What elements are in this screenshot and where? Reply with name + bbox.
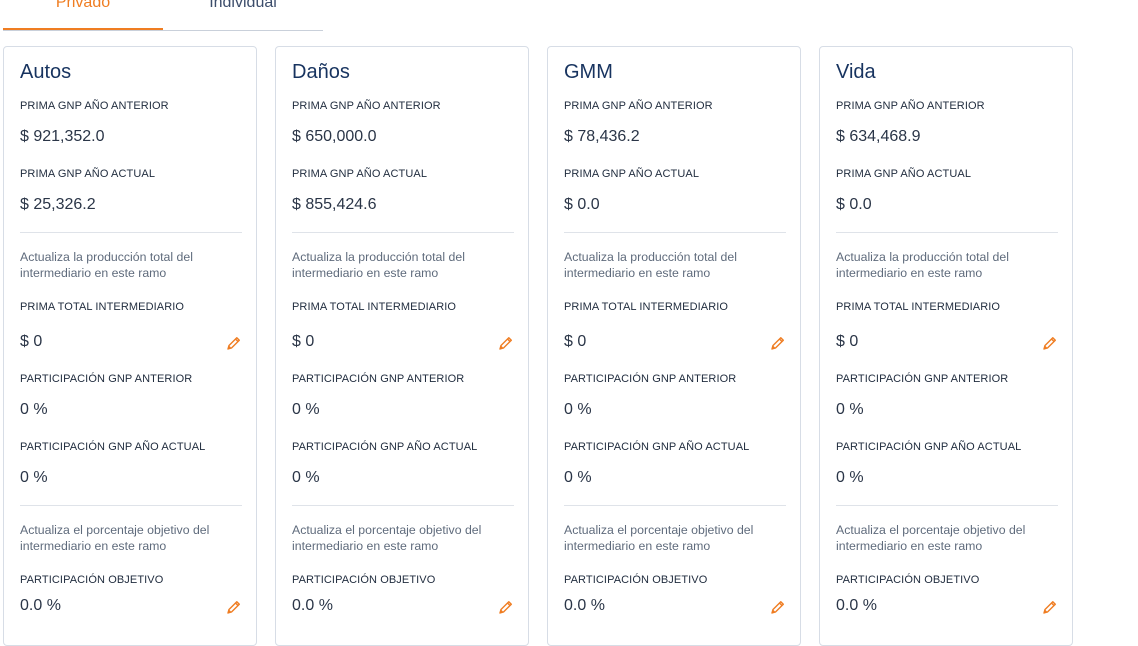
card-title: Autos [20, 61, 72, 83]
prima-anterior-value: $ 634,468.9 [836, 128, 921, 145]
prima-actual-label: PRIMA GNP AÑO ACTUAL [20, 168, 156, 180]
prima-total-value: $ 0 [292, 333, 315, 350]
part-actual-value: 0 % [836, 469, 864, 486]
objetivo-description: Actualiza el porcentaje objetivo del int… [20, 523, 210, 553]
prima-anterior-label: PRIMA GNP AÑO ANTERIOR [292, 100, 441, 112]
part-actual-label: PARTICIPACIÓN GNP AÑO ACTUAL [564, 441, 750, 453]
part-anterior-label: PARTICIPACIÓN GNP ANTERIOR [564, 373, 737, 385]
produccion-description: Actualiza la producción total del interm… [292, 250, 465, 280]
divider [20, 232, 242, 233]
edit-prima-total-pencil-icon[interactable] [498, 335, 514, 351]
edit-part-objetivo-pencil-icon[interactable] [1042, 599, 1058, 615]
ramo-card-vida: Vida PRIMA GNP AÑO ANTERIOR $ 634,468.9 PRI… [819, 46, 1073, 646]
objetivo-description: Actualiza el porcentaje objetivo del int… [836, 523, 1026, 553]
prima-total-label: PRIMA TOTAL INTERMEDIARIO [20, 301, 185, 313]
part-actual-value: 0 % [20, 469, 48, 486]
divider [20, 505, 242, 506]
prima-anterior-label: PRIMA GNP AÑO ANTERIOR [20, 100, 169, 112]
prima-actual-label: PRIMA GNP AÑO ACTUAL [836, 168, 972, 180]
card-title: GMM [564, 61, 613, 83]
ramo-tabs: Privado Individual [3, 0, 323, 31]
part-anterior-value: 0 % [564, 401, 592, 418]
prima-total-label: PRIMA TOTAL INTERMEDIARIO [292, 301, 457, 313]
prima-actual-value: $ 0.0 [836, 196, 872, 213]
part-actual-value: 0 % [292, 469, 320, 486]
objetivo-description: Actualiza el porcentaje objetivo del int… [564, 523, 754, 553]
part-objetivo-label: PARTICIPACIÓN OBJETIVO [836, 574, 980, 586]
prima-actual-label: PRIMA GNP AÑO ACTUAL [564, 168, 700, 180]
edit-part-objetivo-pencil-icon[interactable] [226, 599, 242, 615]
tab-privado[interactable]: Privado [3, 0, 163, 30]
part-objetivo-value: 0.0 % [564, 597, 605, 614]
divider [564, 505, 786, 506]
produccion-description: Actualiza la producción total del interm… [836, 250, 1009, 280]
divider [836, 505, 1058, 506]
produccion-description: Actualiza la producción total del interm… [564, 250, 737, 280]
ramo-card-danos: Daños PRIMA GNP AÑO ANTERIOR $ 650,000.0 PR… [275, 46, 529, 646]
part-objetivo-label: PARTICIPACIÓN OBJETIVO [20, 574, 164, 586]
card-title: Daños [292, 61, 350, 83]
prima-anterior-value: $ 650,000.0 [292, 128, 377, 145]
part-anterior-value: 0 % [20, 401, 48, 418]
edit-prima-total-pencil-icon[interactable] [1042, 335, 1058, 351]
edit-part-objetivo-pencil-icon[interactable] [770, 599, 786, 615]
card-title: Vida [836, 61, 876, 83]
part-objetivo-label: PARTICIPACIÓN OBJETIVO [292, 574, 436, 586]
ramo-card-autos: Autos PRIMA GNP AÑO ANTERIOR $ 921,352.0 PR… [3, 46, 257, 646]
prima-actual-value: $ 25,326.2 [20, 196, 96, 213]
prima-actual-value: $ 855,424.6 [292, 196, 377, 213]
part-anterior-label: PARTICIPACIÓN GNP ANTERIOR [20, 373, 193, 385]
edit-prima-total-pencil-icon[interactable] [770, 335, 786, 351]
part-actual-value: 0 % [564, 469, 592, 486]
tab-individual[interactable]: Individual [163, 0, 323, 30]
edit-prima-total-pencil-icon[interactable] [226, 335, 242, 351]
prima-actual-value: $ 0.0 [564, 196, 600, 213]
part-objetivo-value: 0.0 % [836, 597, 877, 614]
prima-anterior-label: PRIMA GNP AÑO ANTERIOR [564, 100, 713, 112]
prima-anterior-value: $ 921,352.0 [20, 128, 105, 145]
prima-total-label: PRIMA TOTAL INTERMEDIARIO [564, 301, 729, 313]
part-actual-label: PARTICIPACIÓN GNP AÑO ACTUAL [20, 441, 206, 453]
part-anterior-value: 0 % [292, 401, 320, 418]
prima-total-value: $ 0 [20, 333, 43, 350]
divider [564, 232, 786, 233]
part-objetivo-value: 0.0 % [292, 597, 333, 614]
part-anterior-label: PARTICIPACIÓN GNP ANTERIOR [292, 373, 465, 385]
prima-actual-label: PRIMA GNP AÑO ACTUAL [292, 168, 428, 180]
part-actual-label: PARTICIPACIÓN GNP AÑO ACTUAL [836, 441, 1022, 453]
part-actual-label: PARTICIPACIÓN GNP AÑO ACTUAL [292, 441, 478, 453]
part-objetivo-value: 0.0 % [20, 597, 61, 614]
part-anterior-value: 0 % [836, 401, 864, 418]
prima-total-label: PRIMA TOTAL INTERMEDIARIO [836, 301, 1001, 313]
divider [292, 505, 514, 506]
divider [836, 232, 1058, 233]
ramo-card-gmm: GMM PRIMA GNP AÑO ANTERIOR $ 78,436.2 PRIMA… [547, 46, 801, 646]
part-anterior-label: PARTICIPACIÓN GNP ANTERIOR [836, 373, 1009, 385]
prima-anterior-value: $ 78,436.2 [564, 128, 640, 145]
produccion-description: Actualiza la producción total del interm… [20, 250, 193, 280]
divider [292, 232, 514, 233]
prima-anterior-label: PRIMA GNP AÑO ANTERIOR [836, 100, 985, 112]
part-objetivo-label: PARTICIPACIÓN OBJETIVO [564, 574, 708, 586]
prima-total-value: $ 0 [836, 333, 859, 350]
prima-total-value: $ 0 [564, 333, 587, 350]
edit-part-objetivo-pencil-icon[interactable] [498, 599, 514, 615]
objetivo-description: Actualiza el porcentaje objetivo del int… [292, 523, 482, 553]
